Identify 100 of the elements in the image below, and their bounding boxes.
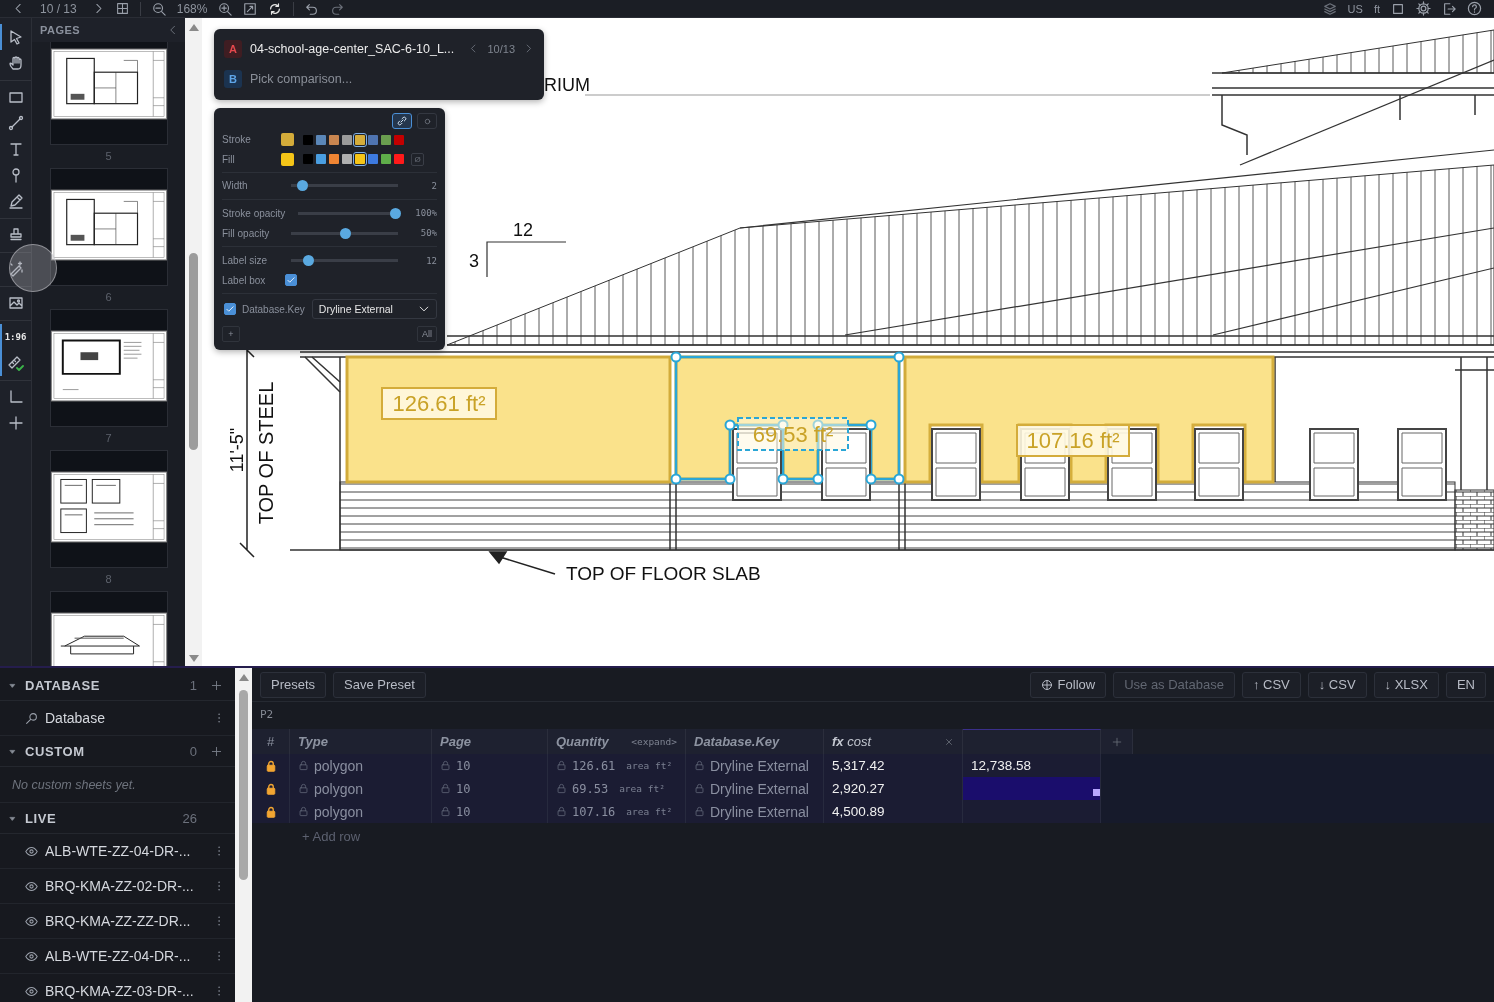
color-swatch[interactable] <box>329 134 339 145</box>
color-swatch[interactable] <box>394 134 404 145</box>
angle-icon <box>7 389 24 405</box>
lock-icon <box>440 806 451 817</box>
exit-icon[interactable] <box>1442 1 1456 16</box>
lock-icon <box>694 760 705 771</box>
page-number: 7 <box>105 432 112 444</box>
scrollbar[interactable] <box>235 668 252 1002</box>
zoom-out-icon[interactable] <box>151 1 166 16</box>
toolbar-button[interactable]: ↓ XLSX <box>1373 671 1439 698</box>
settings-icon[interactable] <box>1416 1 1431 16</box>
undo-icon[interactable] <box>305 1 320 16</box>
drawing-label: TOP OF STEEL <box>255 381 277 525</box>
toolbar-button[interactable]: Save Preset <box>333 671 426 698</box>
slider-thumb[interactable] <box>390 207 401 219</box>
page-counter: 10 / 13 <box>40 1 77 16</box>
color-swatch[interactable] <box>381 154 391 165</box>
color-swatch[interactable] <box>316 134 326 145</box>
key-dropdown[interactable]: Dryline External <box>311 299 437 320</box>
add-button[interactable]: + <box>222 326 240 343</box>
table-cell: polygon <box>314 757 364 774</box>
column-header[interactable]: # <box>266 734 275 749</box>
color-swatch[interactable] <box>394 154 404 165</box>
toolbar-button[interactable]: Presets <box>260 671 327 698</box>
window-icon[interactable] <box>1391 1 1405 16</box>
plus-icon[interactable] <box>210 745 222 757</box>
table-cell[interactable] <box>963 777 1101 800</box>
table-cell: 2,920.27 <box>832 781 885 796</box>
plus-icon[interactable] <box>210 679 222 691</box>
ruler-icon <box>7 355 24 371</box>
item-count: 0 <box>189 743 197 759</box>
unit-toggle[interactable]: ft <box>1373 2 1380 15</box>
color-swatch[interactable] <box>368 154 378 165</box>
column-header[interactable]: Quantity <box>556 734 609 749</box>
redo-icon[interactable] <box>330 1 345 16</box>
grid-icon[interactable] <box>115 2 129 15</box>
page-number: 8 <box>105 573 112 585</box>
eye-icon <box>25 949 38 963</box>
rotate-icon[interactable] <box>268 1 283 16</box>
fill-handle[interactable] <box>1093 789 1100 796</box>
color-swatch[interactable] <box>381 134 391 145</box>
all-button[interactable]: All <box>417 326 437 343</box>
column-header[interactable]: fx cost <box>832 734 872 749</box>
color-swatch[interactable] <box>329 154 339 165</box>
scale-button[interactable]: 1:96 <box>0 324 31 350</box>
lock-icon <box>694 806 705 817</box>
lock-icon[interactable] <box>264 805 277 818</box>
comparison-field[interactable]: Pick comparison... <box>250 71 534 86</box>
current-color-swatch[interactable] <box>281 133 294 147</box>
color-swatch[interactable] <box>303 154 313 165</box>
field-label: Database.Key <box>242 303 305 315</box>
lock-icon[interactable] <box>264 782 277 795</box>
section-title: CUSTOM <box>25 743 85 759</box>
scrollbar-thumb[interactable] <box>239 690 248 880</box>
slider-thumb[interactable] <box>303 255 315 266</box>
page-thumbnail[interactable] <box>49 168 168 286</box>
toolbar-button[interactable]: EN <box>1445 671 1486 698</box>
unit-toggle[interactable]: US <box>1347 2 1363 15</box>
lock-icon[interactable] <box>264 759 277 772</box>
color-swatch[interactable] <box>303 134 313 145</box>
toolbar-button[interactable]: Follow <box>1029 671 1107 698</box>
toolbar-button[interactable]: ↓ CSV <box>1307 671 1367 698</box>
options-button[interactable] <box>417 113 437 129</box>
color-swatch[interactable] <box>355 134 365 145</box>
page-thumbnail[interactable] <box>49 450 168 568</box>
color-swatch[interactable] <box>316 154 326 165</box>
layers-icon[interactable] <box>1322 1 1337 16</box>
color-swatch[interactable] <box>342 134 352 145</box>
link-button[interactable] <box>392 113 412 129</box>
column-header[interactable]: Type <box>298 734 328 749</box>
scrollbar[interactable] <box>185 18 202 666</box>
color-swatch[interactable] <box>368 134 378 145</box>
drawing-label: 3 <box>469 251 479 271</box>
close-icon[interactable] <box>944 736 954 747</box>
color-swatch[interactable] <box>342 154 352 165</box>
zoom-in-icon[interactable] <box>218 1 233 16</box>
document-name[interactable]: 04-school-age-center_SAC-6-10_L... <box>250 41 461 56</box>
dot-icon <box>422 116 432 126</box>
scrollbar-thumb[interactable] <box>189 253 198 450</box>
drawing-label: RIUM <box>544 75 590 95</box>
table-cell[interactable]: 12,738.58 <box>963 754 1101 777</box>
current-color-swatch[interactable] <box>281 152 294 166</box>
page-thumbnail[interactable] <box>49 309 168 427</box>
fit-icon[interactable] <box>243 1 258 16</box>
slider-thumb[interactable] <box>296 180 308 192</box>
checkbox[interactable] <box>224 303 236 316</box>
table-cell: 107.16 <box>572 804 616 819</box>
slider-thumb[interactable] <box>339 227 351 239</box>
drawing-label: 12 <box>513 220 533 240</box>
line-icon <box>7 115 24 131</box>
help-icon[interactable] <box>1467 1 1482 16</box>
checkbox[interactable] <box>285 274 297 287</box>
table-cell[interactable] <box>963 800 1101 823</box>
area-measurement[interactable] <box>903 355 1275 484</box>
color-swatch[interactable] <box>355 154 365 165</box>
page-thumbnail[interactable] <box>49 42 168 145</box>
expand-link[interactable]: <expand> <box>631 736 677 747</box>
column-header[interactable]: Page <box>440 734 472 749</box>
page-counter: 10/13 <box>487 42 515 55</box>
toolbar-button[interactable]: ↑ CSV <box>1241 671 1301 698</box>
